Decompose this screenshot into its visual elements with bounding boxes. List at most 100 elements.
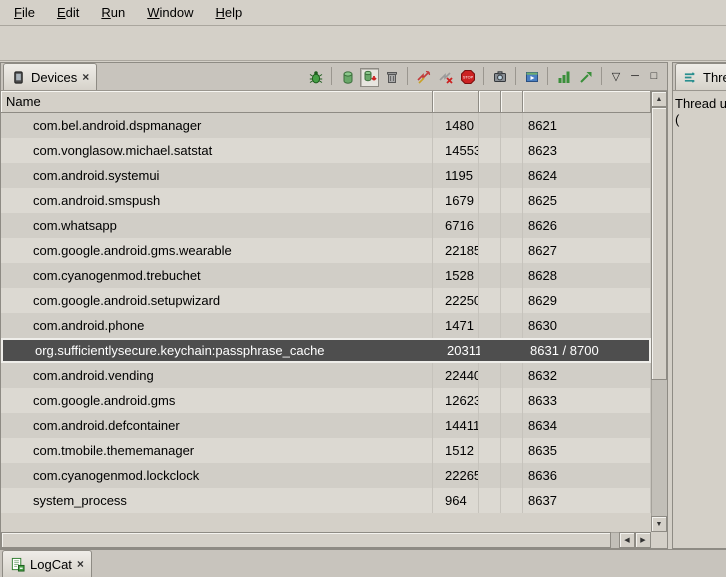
cell-a <box>479 288 501 313</box>
cell-name: com.bel.android.dspmanager <box>1 113 433 138</box>
method-profiling-button[interactable] <box>554 68 573 87</box>
cell-name: org.sufficientlysecure.keychain:passphra… <box>3 340 435 361</box>
tab-devices-close-icon[interactable]: × <box>82 71 89 83</box>
toolbar-separator <box>547 67 548 85</box>
devices-view: Devices × <box>0 62 668 549</box>
cell-a <box>479 213 501 238</box>
column-header-name[interactable]: Name <box>1 91 433 113</box>
cell-a <box>479 388 501 413</box>
screen-capture-button[interactable] <box>490 68 509 87</box>
cell-name: com.vonglasow.michael.satstat <box>1 138 433 163</box>
toolbar-separator <box>515 67 516 85</box>
cell-port: 8636 <box>523 463 651 488</box>
table-row[interactable]: com.android.systemui11958624 <box>1 163 651 188</box>
column-header-port[interactable] <box>523 91 651 113</box>
device-icon <box>11 70 26 85</box>
cell-pid: 14411 <box>433 413 479 438</box>
logcat-bar: LogCat × <box>0 549 726 577</box>
threads-stop-icon <box>438 69 454 85</box>
tab-threads[interactable]: Threads <box>675 63 726 90</box>
cell-a <box>479 163 501 188</box>
cell-b <box>501 438 523 463</box>
menu-run[interactable]: Run <box>91 2 135 23</box>
cell-pid: 22440 <box>433 363 479 388</box>
tab-logcat-label: LogCat <box>30 557 72 572</box>
table-row[interactable]: org.sufficientlysecure.keychain:passphra… <box>1 338 651 363</box>
cell-name: com.google.android.setupwizard <box>1 288 433 313</box>
horizontal-scroll-thumb[interactable] <box>1 532 611 548</box>
column-header[interactable] <box>479 91 501 113</box>
cell-name: system_process <box>1 488 433 513</box>
start-tracing-button[interactable] <box>576 68 595 87</box>
cell-b <box>501 263 523 288</box>
table-row[interactable]: com.whatsapp67168626 <box>1 213 651 238</box>
table-row[interactable]: com.google.android.gms.wearable221858627 <box>1 238 651 263</box>
table-row[interactable]: com.tmobile.thememanager15128635 <box>1 438 651 463</box>
cell-a <box>479 238 501 263</box>
tab-devices-label: Devices <box>31 70 77 85</box>
vertical-scrollbar[interactable]: ▲ ▼ <box>651 91 667 532</box>
menu-window[interactable]: Window <box>137 2 203 23</box>
table-row[interactable]: com.vonglasow.michael.satstat145538623 <box>1 138 651 163</box>
scroll-right-icon[interactable]: ▶ <box>635 532 651 548</box>
update-heap-button[interactable] <box>338 68 357 87</box>
maximize-icon[interactable]: □ <box>646 70 662 84</box>
cell-b <box>501 363 523 388</box>
table-row[interactable]: com.android.smspush16798625 <box>1 188 651 213</box>
column-header-pid[interactable] <box>433 91 479 113</box>
toolbar-area <box>0 26 726 61</box>
cell-port: 8625 <box>523 188 651 213</box>
cell-name: com.android.smspush <box>1 188 433 213</box>
table-row[interactable]: com.bel.android.dspmanager14808621 <box>1 113 651 138</box>
heap-icon <box>340 69 356 85</box>
devices-tabbar: Devices × <box>1 63 667 91</box>
debug-process-button[interactable] <box>306 68 325 87</box>
cell-name: com.android.phone <box>1 313 433 338</box>
cell-port: 8635 <box>523 438 651 463</box>
tab-threads-label: Threads <box>703 70 726 85</box>
tab-logcat-close-icon[interactable]: × <box>77 558 84 570</box>
threads-message-line1: Thread up <box>675 96 724 112</box>
cell-a <box>479 263 501 288</box>
minimize-icon[interactable]: ─ <box>627 70 643 84</box>
trash-icon <box>384 69 400 85</box>
cell-port: 8637 <box>523 488 651 513</box>
menu-file[interactable]: File <box>4 2 45 23</box>
table-row[interactable]: com.google.android.setupwizard222508629 <box>1 288 651 313</box>
vertical-scroll-thumb[interactable] <box>651 107 667 380</box>
cell-a <box>479 113 501 138</box>
horizontal-scrollbar[interactable]: ◀ ▶ <box>1 532 651 548</box>
green-arrow-icon <box>578 69 594 85</box>
update-threads-button[interactable] <box>414 68 433 87</box>
cell-port: 8623 <box>523 138 651 163</box>
column-header[interactable] <box>501 91 523 113</box>
cell-name: com.android.vending <box>1 363 433 388</box>
table-row[interactable]: com.cyanogenmod.lockclock222658636 <box>1 463 651 488</box>
table-row[interactable]: com.android.vending224408632 <box>1 363 651 388</box>
table-row[interactable]: com.android.defcontainer144118634 <box>1 413 651 438</box>
cell-port: 8626 <box>523 213 651 238</box>
scroll-up-icon[interactable]: ▲ <box>651 91 667 107</box>
stop-process-button[interactable]: STOP <box>458 68 477 87</box>
menu-edit[interactable]: Edit <box>47 2 89 23</box>
cause-gc-button[interactable] <box>382 68 401 87</box>
cell-pid: 20311 <box>435 340 481 361</box>
cell-b <box>501 488 523 513</box>
capture-video-button[interactable] <box>522 68 541 87</box>
toolbar-separator <box>331 67 332 85</box>
scroll-down-icon[interactable]: ▼ <box>651 516 667 532</box>
menu-help[interactable]: Help <box>205 2 252 23</box>
table-row[interactable]: system_process9648637 <box>1 488 651 513</box>
dump-hprof-button[interactable] <box>360 68 379 87</box>
table-row[interactable]: com.cyanogenmod.trebuchet15288628 <box>1 263 651 288</box>
tab-logcat[interactable]: LogCat × <box>2 550 92 577</box>
view-menu-icon[interactable]: ▽ <box>608 70 624 85</box>
table-row[interactable]: com.android.phone14718630 <box>1 313 651 338</box>
cell-port: 8630 <box>523 313 651 338</box>
stop-threads-button[interactable] <box>436 68 455 87</box>
table-row[interactable]: com.google.android.gms126238633 <box>1 388 651 413</box>
scroll-left-icon[interactable]: ◀ <box>619 532 635 548</box>
process-table: Name com.bel.android.dspmanager14808621c… <box>1 91 667 548</box>
cell-a <box>479 138 501 163</box>
tab-devices[interactable]: Devices × <box>3 63 97 90</box>
